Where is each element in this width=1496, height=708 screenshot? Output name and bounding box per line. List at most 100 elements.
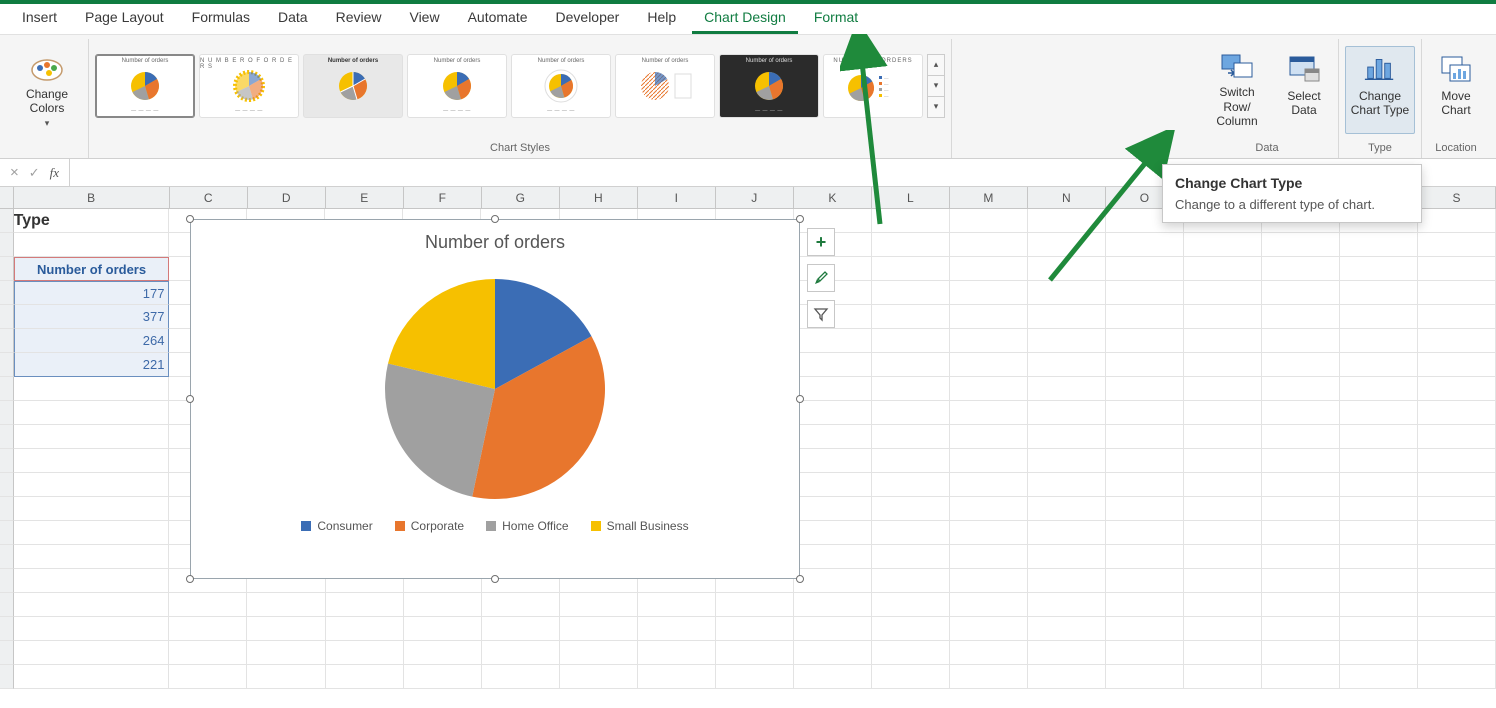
cell[interactable] bbox=[638, 665, 716, 689]
cell[interactable] bbox=[482, 665, 560, 689]
cell[interactable] bbox=[1262, 425, 1340, 449]
cell[interactable] bbox=[14, 473, 170, 497]
cell[interactable] bbox=[1106, 353, 1184, 377]
cell[interactable] bbox=[1262, 497, 1340, 521]
cell[interactable] bbox=[1418, 353, 1496, 377]
col-header[interactable]: C bbox=[170, 187, 248, 208]
grid-area[interactable]: Type Number of orders 177 377 264 221 //… bbox=[0, 209, 1496, 708]
col-header[interactable]: N bbox=[1028, 187, 1106, 208]
cell[interactable] bbox=[950, 521, 1028, 545]
cell[interactable] bbox=[872, 233, 950, 257]
cell[interactable] bbox=[1418, 473, 1496, 497]
cell[interactable] bbox=[872, 545, 950, 569]
cell[interactable] bbox=[14, 545, 170, 569]
row-header[interactable] bbox=[0, 425, 14, 449]
cell[interactable] bbox=[1106, 305, 1184, 329]
cell[interactable] bbox=[1340, 569, 1418, 593]
cell[interactable] bbox=[1262, 401, 1340, 425]
tab-insert[interactable]: Insert bbox=[10, 3, 69, 34]
cell[interactable] bbox=[1340, 281, 1418, 305]
col-header[interactable]: I bbox=[638, 187, 716, 208]
row-header[interactable] bbox=[0, 665, 14, 689]
row-header[interactable] bbox=[0, 401, 14, 425]
cell[interactable] bbox=[1418, 545, 1496, 569]
cell[interactable] bbox=[1340, 665, 1418, 689]
cell[interactable] bbox=[1262, 329, 1340, 353]
resize-handle[interactable] bbox=[186, 575, 194, 583]
tab-review[interactable]: Review bbox=[324, 3, 394, 34]
cell[interactable] bbox=[716, 617, 794, 641]
tab-developer[interactable]: Developer bbox=[544, 3, 632, 34]
cell[interactable] bbox=[1340, 641, 1418, 665]
cell[interactable] bbox=[1418, 617, 1496, 641]
cell[interactable] bbox=[1418, 569, 1496, 593]
cell[interactable] bbox=[14, 617, 170, 641]
cell[interactable] bbox=[1184, 473, 1262, 497]
cell[interactable] bbox=[1262, 665, 1340, 689]
chart-style-3[interactable]: Number of orders bbox=[303, 54, 403, 118]
cell[interactable] bbox=[950, 593, 1028, 617]
chart-styles-button[interactable] bbox=[807, 264, 835, 292]
row-header[interactable] bbox=[0, 473, 14, 497]
cell[interactable] bbox=[1340, 305, 1418, 329]
cell[interactable] bbox=[1262, 545, 1340, 569]
cell[interactable] bbox=[326, 665, 404, 689]
cell[interactable] bbox=[794, 641, 872, 665]
cell[interactable] bbox=[872, 521, 950, 545]
cell[interactable] bbox=[950, 233, 1028, 257]
cell[interactable] bbox=[716, 593, 794, 617]
cell[interactable] bbox=[1418, 425, 1496, 449]
cell[interactable] bbox=[1184, 545, 1262, 569]
cell[interactable] bbox=[950, 329, 1028, 353]
row-header[interactable] bbox=[0, 593, 14, 617]
cell[interactable] bbox=[950, 305, 1028, 329]
col-header[interactable]: F bbox=[404, 187, 482, 208]
col-header[interactable]: E bbox=[326, 187, 404, 208]
cell[interactable] bbox=[1106, 593, 1184, 617]
cell[interactable] bbox=[1028, 329, 1106, 353]
cell[interactable] bbox=[482, 593, 560, 617]
cell[interactable] bbox=[716, 665, 794, 689]
cell[interactable] bbox=[14, 593, 170, 617]
legend-item[interactable]: Corporate bbox=[395, 519, 464, 533]
cell-value[interactable]: 177 bbox=[14, 281, 170, 305]
row-header[interactable] bbox=[0, 545, 14, 569]
cell[interactable] bbox=[872, 617, 950, 641]
cell[interactable] bbox=[1028, 209, 1106, 233]
cell[interactable] bbox=[1028, 449, 1106, 473]
chart-style-8[interactable]: NUMBER OF ORDERS –– –– –– –– bbox=[823, 54, 923, 118]
cell[interactable] bbox=[14, 377, 170, 401]
row-header[interactable] bbox=[0, 353, 14, 377]
change-chart-type-button[interactable]: Change Chart Type bbox=[1345, 46, 1415, 134]
cell[interactable] bbox=[1340, 401, 1418, 425]
tab-chart-design[interactable]: Chart Design bbox=[692, 3, 798, 34]
cell[interactable] bbox=[1184, 617, 1262, 641]
cell[interactable] bbox=[1028, 569, 1106, 593]
cell[interactable] bbox=[560, 593, 638, 617]
cell[interactable] bbox=[1340, 425, 1418, 449]
cell[interactable] bbox=[950, 473, 1028, 497]
cell[interactable] bbox=[1028, 257, 1106, 281]
row-header[interactable] bbox=[0, 521, 14, 545]
cell[interactable] bbox=[1184, 593, 1262, 617]
cell[interactable] bbox=[1028, 521, 1106, 545]
chart-object[interactable]: Number of orders Consumer Corporate Home… bbox=[190, 219, 800, 579]
cell[interactable] bbox=[1340, 233, 1418, 257]
cell[interactable] bbox=[950, 281, 1028, 305]
cell[interactable] bbox=[1418, 209, 1496, 233]
cell[interactable] bbox=[404, 641, 482, 665]
cell[interactable] bbox=[14, 641, 170, 665]
cell[interactable] bbox=[1028, 593, 1106, 617]
cell[interactable] bbox=[1262, 449, 1340, 473]
cell[interactable] bbox=[1262, 617, 1340, 641]
cell[interactable] bbox=[872, 281, 950, 305]
cell[interactable] bbox=[950, 377, 1028, 401]
tab-view[interactable]: View bbox=[397, 3, 451, 34]
cell[interactable] bbox=[794, 377, 872, 401]
row-header[interactable] bbox=[0, 617, 14, 641]
chart-legend[interactable]: Consumer Corporate Home Office Small Bus… bbox=[191, 519, 799, 533]
cell[interactable] bbox=[950, 497, 1028, 521]
cell[interactable] bbox=[1028, 473, 1106, 497]
row-header[interactable] bbox=[0, 305, 14, 329]
cell-value[interactable]: 221 bbox=[14, 353, 170, 377]
